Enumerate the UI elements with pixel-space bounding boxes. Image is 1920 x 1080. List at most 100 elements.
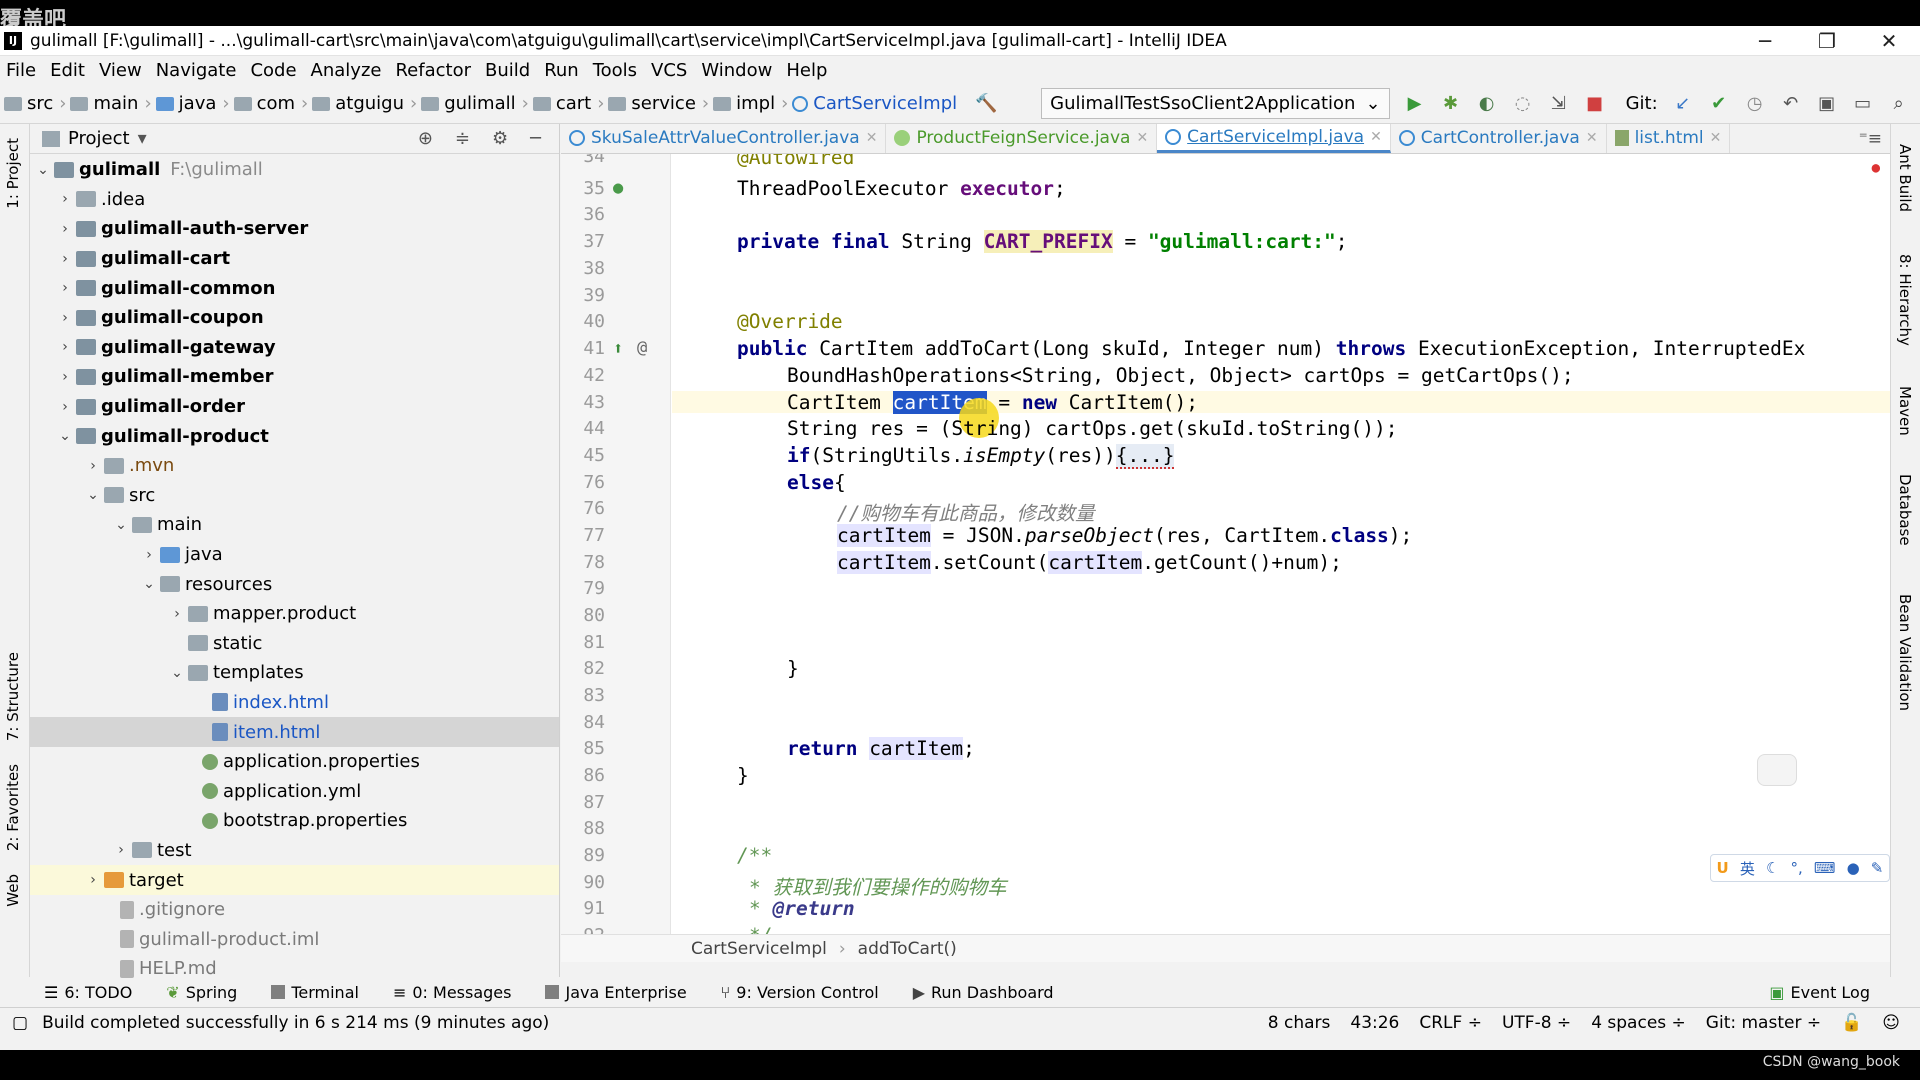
- tree-item[interactable]: › java: [30, 540, 559, 570]
- user-icon[interactable]: ●: [1847, 859, 1860, 877]
- tree-item[interactable]: ⌄ resources: [30, 569, 559, 599]
- tree-item[interactable]: bootstrap.properties: [30, 806, 559, 836]
- error-stripe-icon[interactable]: ●: [1872, 160, 1880, 176]
- breadcrumb-method[interactable]: addToCart(): [858, 939, 957, 959]
- tree-item[interactable]: ⌄ gulimall-product: [30, 421, 559, 451]
- stop-icon[interactable]: ■: [1584, 93, 1606, 115]
- crumb-com[interactable]: com ›: [233, 93, 308, 114]
- tree-item[interactable]: ⌄ templates: [30, 658, 559, 688]
- terminal-button[interactable]: Terminal: [271, 983, 359, 1002]
- encoding[interactable]: UTF-8 ÷: [1502, 1013, 1571, 1033]
- tree-item[interactable]: static: [30, 629, 559, 659]
- tree-item[interactable]: › .mvn: [30, 451, 559, 481]
- chevron-right-icon[interactable]: ›: [54, 280, 76, 296]
- tree-item[interactable]: › mapper.product: [30, 599, 559, 629]
- minimize-button[interactable]: ─: [1734, 29, 1796, 53]
- close-icon[interactable]: ✕: [1370, 129, 1382, 145]
- ime-toolbar[interactable]: U 英 ☾ °, ⌨ ● ✎: [1710, 854, 1890, 882]
- menu-file[interactable]: File: [6, 60, 36, 81]
- tree-item-selected[interactable]: item.html: [30, 717, 559, 747]
- chevron-down-icon[interactable]: ▾: [138, 128, 147, 149]
- project-view-select[interactable]: Project: [68, 128, 130, 149]
- tree-item-gulimall[interactable]: ⌄ gulimall F:\gulimall: [30, 155, 559, 185]
- tab-favorites[interactable]: 2: Favorites: [4, 764, 22, 851]
- close-icon[interactable]: ✕: [1136, 130, 1148, 146]
- tree-item[interactable]: ⌄ src: [30, 481, 559, 511]
- chevron-right-icon[interactable]: ›: [54, 310, 76, 326]
- menu-help[interactable]: Help: [786, 60, 827, 81]
- run-icon[interactable]: ▶: [1404, 93, 1426, 115]
- restore-button[interactable]: ❐: [1796, 29, 1858, 53]
- chevron-right-icon[interactable]: ›: [82, 458, 104, 474]
- inspector-icon[interactable]: ☺: [1882, 1013, 1900, 1033]
- chevron-right-icon[interactable]: ›: [54, 221, 76, 237]
- tab-list-icon[interactable]: ⁼≡: [1859, 129, 1882, 149]
- menu-code[interactable]: Code: [250, 60, 296, 81]
- debug-icon[interactable]: ✱: [1440, 93, 1462, 115]
- breadcrumb-class[interactable]: CartServiceImpl: [691, 939, 827, 959]
- chevron-right-icon[interactable]: ›: [54, 191, 76, 207]
- spring-button[interactable]: ❦ Spring: [166, 983, 237, 1002]
- caret-position[interactable]: 43:26: [1350, 1013, 1399, 1033]
- menu-run[interactable]: Run: [544, 60, 579, 81]
- run-config-select[interactable]: GulimallTestSsoClient2Application ⌄: [1041, 88, 1390, 119]
- status-message[interactable]: Build completed successfully in 6 s 214 …: [42, 1013, 1268, 1033]
- chevron-right-icon[interactable]: ›: [54, 339, 76, 355]
- rollback-icon[interactable]: ↶: [1780, 93, 1802, 115]
- coverage-icon[interactable]: ◐: [1476, 93, 1498, 115]
- lock-icon[interactable]: 🔓: [1841, 1013, 1862, 1033]
- presentation-icon[interactable]: ▭: [1852, 93, 1874, 115]
- tab-ant-build[interactable]: Ant Build: [1896, 144, 1914, 212]
- project-structure-icon[interactable]: ▣: [1816, 93, 1838, 115]
- search-icon[interactable]: ⌕: [1888, 93, 1910, 115]
- crumb-main[interactable]: main ›: [70, 93, 152, 114]
- todo-button[interactable]: ☰ 6: TODO: [44, 983, 132, 1002]
- crumb-cart[interactable]: cart ›: [532, 93, 604, 114]
- close-button[interactable]: ✕: [1858, 29, 1920, 53]
- git-update-icon[interactable]: ↙: [1672, 93, 1694, 115]
- chevron-right-icon[interactable]: ›: [110, 842, 132, 858]
- crumb-java[interactable]: java ›: [155, 93, 230, 114]
- wrench-icon[interactable]: ✎: [1871, 859, 1884, 877]
- menu-navigate[interactable]: Navigate: [156, 60, 237, 81]
- tab-list-html[interactable]: list.html ✕: [1607, 124, 1731, 153]
- menu-build[interactable]: Build: [485, 60, 530, 81]
- java-enterprise-button[interactable]: Java Enterprise: [545, 983, 687, 1002]
- line-separator[interactable]: CRLF ÷: [1419, 1013, 1482, 1033]
- tree-item[interactable]: › test: [30, 836, 559, 866]
- tree-item[interactable]: › gulimall-gateway: [30, 333, 559, 363]
- tree-item[interactable]: › gulimall-coupon: [30, 303, 559, 333]
- collapse-icon[interactable]: ≑: [455, 128, 470, 149]
- tree-item[interactable]: application.yml: [30, 776, 559, 806]
- play-overlay-icon[interactable]: [1757, 754, 1797, 786]
- keyboard-icon[interactable]: ⌨: [1814, 859, 1836, 877]
- folded-region[interactable]: {...}: [1115, 444, 1175, 469]
- chevron-right-icon[interactable]: ›: [166, 606, 188, 622]
- hammer-icon[interactable]: 🔨: [975, 93, 997, 115]
- tree-item[interactable]: gulimall-product.iml: [30, 924, 559, 954]
- override-gutter-icon[interactable]: ⬆: [613, 339, 623, 359]
- menu-edit[interactable]: Edit: [50, 60, 85, 81]
- crumb-impl[interactable]: impl ›: [713, 93, 788, 114]
- git-branch[interactable]: Git: master ÷: [1706, 1013, 1821, 1033]
- event-log-button[interactable]: ▣ Event Log: [1769, 983, 1870, 1002]
- tree-item[interactable]: .gitignore: [30, 895, 559, 925]
- tree-item[interactable]: › gulimall-member: [30, 362, 559, 392]
- tab-cartserviceimpl[interactable]: CartServiceImpl.java ✕: [1157, 124, 1391, 153]
- menu-window[interactable]: Window: [701, 60, 772, 81]
- menu-vcs[interactable]: VCS: [651, 60, 687, 81]
- gear-icon[interactable]: ⚙: [492, 128, 508, 149]
- tab-maven[interactable]: Maven: [1896, 386, 1914, 436]
- close-icon[interactable]: ✕: [1710, 130, 1722, 146]
- chevron-down-icon[interactable]: ⌄: [82, 487, 104, 503]
- hide-icon[interactable]: ─: [530, 128, 541, 149]
- attach-icon[interactable]: ⇲: [1548, 93, 1570, 115]
- indent[interactable]: 4 spaces ÷: [1591, 1013, 1686, 1033]
- menu-view[interactable]: View: [99, 60, 142, 81]
- tree-item[interactable]: index.html: [30, 688, 559, 718]
- tab-hierarchy[interactable]: 8: Hierarchy: [1896, 254, 1914, 346]
- crumb-src[interactable]: src ›: [4, 93, 66, 114]
- messages-button[interactable]: ≡ 0: Messages: [393, 983, 512, 1002]
- menu-tools[interactable]: Tools: [593, 60, 637, 81]
- tree-item[interactable]: › gulimall-cart: [30, 244, 559, 274]
